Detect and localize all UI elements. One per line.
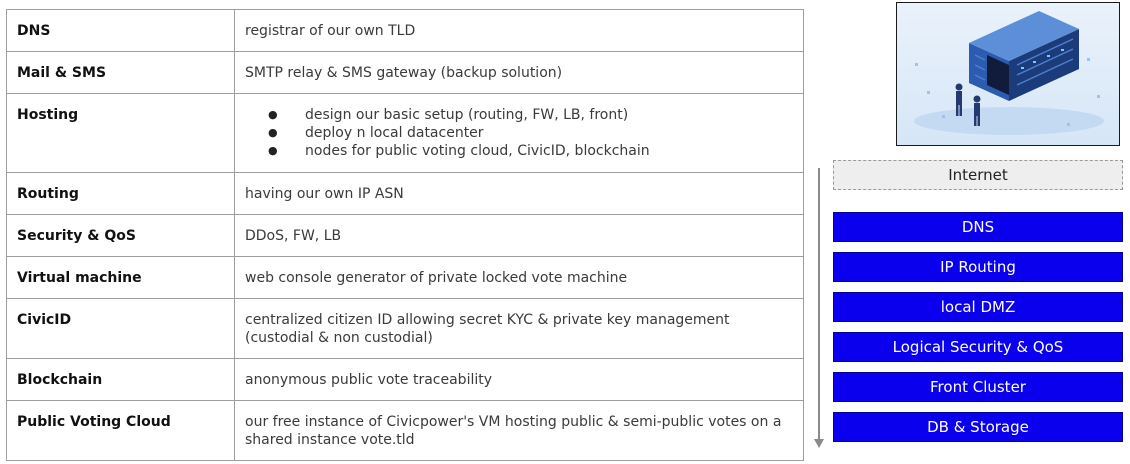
list-item: nodes for public voting cloud, CivicID, … [268, 142, 793, 160]
layer-logical-security-qos: Logical Security & QoS [833, 332, 1123, 362]
table-row: Security & QoS DDoS, FW, LB [6, 214, 804, 257]
table-row: Mail & SMS SMTP relay & SMS gateway (bac… [6, 51, 804, 94]
datacenter-servers-illustration [896, 2, 1120, 146]
row-description: anonymous public vote traceability [234, 358, 804, 401]
internet-box: Internet [833, 160, 1123, 190]
table-row: Blockchain anonymous public vote traceab… [6, 358, 804, 401]
flow-arrow-line [818, 168, 820, 442]
row-description: registrar of our own TLD [234, 9, 804, 52]
row-description: design our basic setup (routing, FW, LB,… [234, 93, 804, 173]
row-description: web console generator of private locked … [234, 256, 804, 299]
table-row: CivicID centralized citizen ID allowing … [6, 298, 804, 359]
row-label: DNS [6, 9, 235, 52]
infrastructure-table: DNS registrar of our own TLD Mail & SMS … [6, 9, 804, 461]
table-row: Routing having our own IP ASN [6, 172, 804, 215]
table-row: Public Voting Cloud our free instance of… [6, 400, 804, 461]
row-label: Public Voting Cloud [6, 400, 235, 461]
table-row: Virtual machine web console generator of… [6, 256, 804, 299]
row-description: centralized citizen ID allowing secret K… [234, 298, 804, 359]
row-label: CivicID [6, 298, 235, 359]
row-label: Routing [6, 172, 235, 215]
layer-db-storage: DB & Storage [833, 412, 1123, 442]
table-row: Hosting design our basic setup (routing,… [6, 93, 804, 173]
row-label: Mail & SMS [6, 51, 235, 94]
server-racks-icon [914, 11, 1104, 135]
list-item: design our basic setup (routing, FW, LB,… [268, 106, 793, 124]
row-description: having our own IP ASN [234, 172, 804, 215]
table-row: DNS registrar of our own TLD [6, 9, 804, 52]
row-description: SMTP relay & SMS gateway (backup solutio… [234, 51, 804, 94]
row-description: DDoS, FW, LB [234, 214, 804, 257]
layer-front-cluster: Front Cluster [833, 372, 1123, 402]
layer-dns: DNS [833, 212, 1123, 242]
row-label: Blockchain [6, 358, 235, 401]
row-description: our free instance of Civicpower's VM hos… [234, 400, 804, 461]
layer-ip-routing: IP Routing [833, 252, 1123, 282]
layer-local-dmz: local DMZ [833, 292, 1123, 322]
list-item: deploy n local datacenter [268, 124, 793, 142]
row-label: Security & QoS [6, 214, 235, 257]
arrow-down-icon [814, 439, 824, 448]
bullet-list: design our basic setup (routing, FW, LB,… [245, 106, 793, 160]
row-label: Virtual machine [6, 256, 235, 299]
row-label: Hosting [6, 93, 235, 173]
